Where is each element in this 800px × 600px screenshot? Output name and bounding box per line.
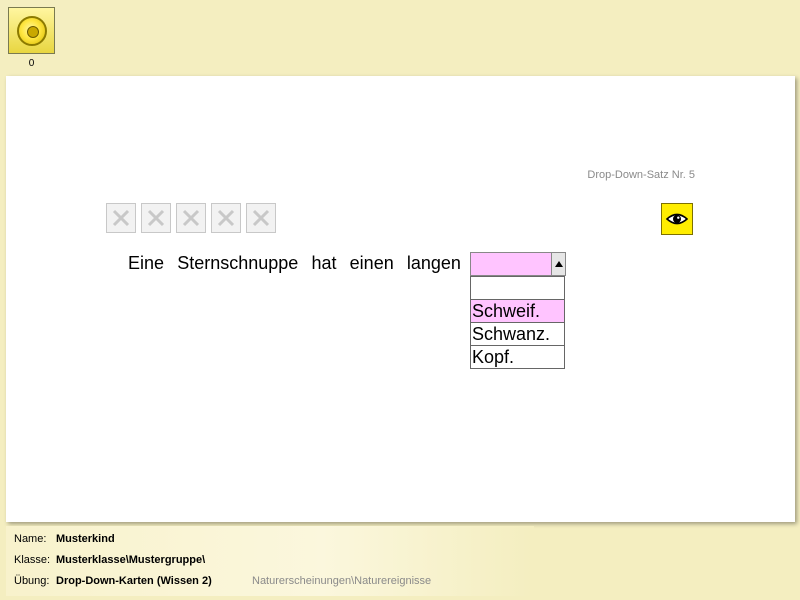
dropdown-option-schwanz[interactable]: Schwanz. — [470, 322, 565, 346]
klasse-value: Musterklasse\Mustergruppe\ — [56, 554, 206, 566]
category-path: Naturerscheinungen\Naturereignisse — [252, 575, 432, 587]
x-box-icon — [176, 203, 206, 233]
sentence-word: Sternschnuppe — [177, 253, 299, 273]
x-box-icon — [106, 203, 136, 233]
x-box-icon — [211, 203, 241, 233]
dropdown-options-list: Schweif. Schwanz. Kopf. — [470, 276, 565, 369]
dropdown-toggle-button[interactable] — [551, 253, 565, 275]
coin-counter: 0 — [28, 58, 35, 69]
coin-icon — [16, 15, 47, 46]
x-box-icon — [246, 203, 276, 233]
exercise-panel: Drop-Down-Satz Nr. 5 Eine Sternschnuppe … — [6, 76, 795, 522]
progress-boxes — [106, 203, 276, 233]
name-value: Musterkind — [56, 533, 115, 545]
answer-dropdown[interactable] — [470, 252, 566, 276]
info-footer: Name: Musterkind Klasse: Musterklasse\Mu… — [6, 526, 534, 596]
x-box-icon — [141, 203, 171, 233]
sentence-text: Eine Sternschnuppe hat einen langen — [128, 253, 461, 274]
dropdown-option-kopf[interactable]: Kopf. — [470, 345, 565, 369]
triangle-up-icon — [554, 261, 563, 267]
satz-number-label: Drop-Down-Satz Nr. 5 — [587, 169, 695, 181]
sentence-word: Eine — [128, 253, 165, 273]
name-label: Name: — [14, 533, 47, 545]
eye-icon — [666, 213, 688, 225]
footer-uebung-row: Übung: Drop-Down-Karten (Wissen 2) Natur… — [14, 575, 431, 587]
coin-button[interactable] — [8, 7, 55, 54]
dropdown-option-empty[interactable] — [470, 276, 565, 300]
dropdown-option-schweif[interactable]: Schweif. — [470, 299, 565, 323]
eye-button[interactable] — [661, 203, 693, 235]
sentence-word: einen — [349, 253, 394, 273]
sentence-word: langen — [406, 253, 461, 273]
footer-name-row: Name: Musterkind — [14, 533, 115, 545]
uebung-value: Drop-Down-Karten (Wissen 2) — [56, 575, 212, 587]
footer-klasse-row: Klasse: Musterklasse\Mustergruppe\ — [14, 554, 205, 566]
sentence-word: hat — [311, 253, 337, 273]
klasse-label: Klasse: — [14, 554, 51, 566]
uebung-label: Übung: — [14, 575, 50, 587]
